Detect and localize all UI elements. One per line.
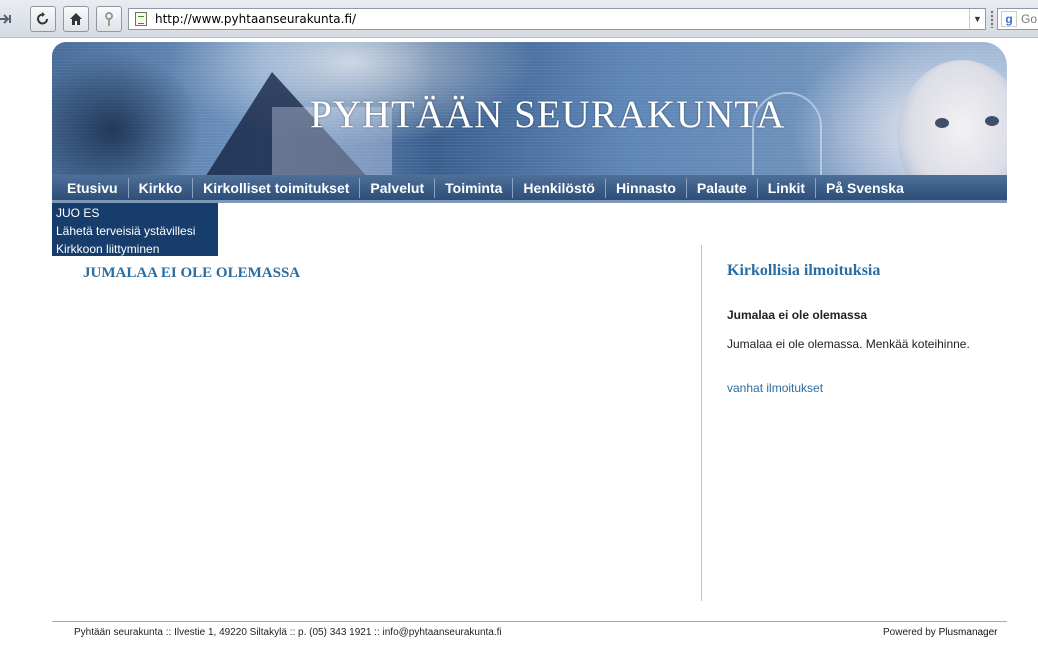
powered-by-label: Powered by	[883, 627, 936, 638]
address-url[interactable]: http://www.pyhtaanseurakunta.fi/	[155, 12, 356, 26]
key-icon	[105, 12, 113, 26]
reload-button[interactable]	[30, 6, 56, 32]
submenu: JUO ES Lähetä terveisiä ystävillesi Kirk…	[52, 203, 218, 256]
grip-icon	[990, 10, 994, 28]
nav-item-kirkolliset-toimitukset[interactable]: Kirkolliset toimitukset	[193, 177, 361, 198]
main-nav: Etusivu Kirkko Kirkolliset toimitukset P…	[52, 175, 1007, 203]
nav-item-palvelut[interactable]: Palvelut	[360, 177, 436, 198]
bookmark-button[interactable]	[96, 6, 122, 32]
nav-item-kirkko[interactable]: Kirkko	[129, 177, 194, 198]
home-icon	[70, 13, 82, 25]
footer-powered-by: Powered by Plusmanager	[883, 627, 998, 638]
page-icon	[135, 12, 147, 26]
site-banner: PYHTÄÄN SEURAKUNTA	[52, 42, 1007, 175]
banner-child-eye	[985, 116, 999, 126]
submenu-item-laheta-terveisia[interactable]: Lähetä terveisiä ystävillesi	[56, 222, 214, 240]
footer-divider	[52, 621, 1007, 622]
chevron-down-icon[interactable]: ▼	[969, 9, 985, 29]
browser-toolbar: http://www.pyhtaanseurakunta.fi/ ▼ g Go	[0, 0, 1038, 38]
submenu-item-kirkkoon-liittyminen[interactable]: Kirkkoon liittyminen	[56, 240, 214, 258]
vendor-link[interactable]: Plusmanager	[939, 627, 998, 638]
search-input[interactable]: Go	[1021, 12, 1037, 26]
nav-item-linkit[interactable]: Linkit	[758, 177, 817, 198]
address-bar[interactable]: http://www.pyhtaanseurakunta.fi/ ▼	[128, 8, 986, 30]
announcements-title: Kirkollisia ilmoituksia	[727, 262, 881, 279]
announcement-text: Jumalaa ei ole olemassa. Menkää koteihin…	[727, 337, 970, 351]
footer-contact: Pyhtään seurakunta :: Ilvestie 1, 49220 …	[74, 627, 502, 638]
column-divider	[701, 245, 702, 601]
old-announcements-link[interactable]: vanhat ilmoitukset	[727, 381, 823, 395]
page-title: JUMALAA EI OLE OLEMASSA	[83, 265, 301, 281]
search-box[interactable]: g Go	[997, 8, 1038, 30]
forward-icon	[0, 14, 11, 24]
site-title: PYHTÄÄN SEURAKUNTA	[310, 93, 786, 136]
banner-tree	[52, 52, 202, 175]
submenu-item-juo-es[interactable]: JUO ES	[56, 204, 214, 222]
nav-item-hinnasto[interactable]: Hinnasto	[606, 177, 687, 198]
nav-item-etusivu[interactable]: Etusivu	[52, 177, 129, 198]
nav-item-palaute[interactable]: Palaute	[687, 177, 758, 198]
reload-icon	[37, 12, 48, 25]
announcement-heading: Jumalaa ei ole olemassa	[727, 308, 868, 322]
forward-button[interactable]	[0, 6, 18, 32]
nav-item-henkilosto[interactable]: Henkilöstö	[513, 177, 606, 198]
nav-item-toiminta[interactable]: Toiminta	[435, 177, 514, 198]
banner-child-photo	[897, 60, 1007, 175]
nav-item-pa-svenska[interactable]: På Svenska	[816, 178, 914, 198]
google-icon: g	[1001, 11, 1017, 27]
home-button[interactable]	[63, 6, 89, 32]
banner-child-eye	[935, 118, 949, 128]
